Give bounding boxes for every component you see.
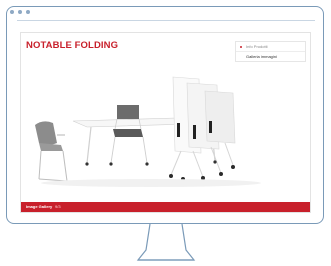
window-controls [10, 10, 30, 16]
gallery-counter: 9/3 [55, 204, 61, 209]
product-title: NOTABLE FOLDING [26, 40, 119, 51]
product-menu: Info Prodotti Galleria immagini [235, 41, 306, 62]
app-screen: NOTABLE FOLDING Info Prodotti Galleria i… [20, 32, 311, 213]
menu-item-label: Info Prodotti [246, 44, 268, 49]
gallery-footer-bar: Image Gallery 9/3 [21, 202, 310, 212]
window-dot-icon[interactable] [18, 10, 22, 14]
menu-item-info-prodotti[interactable]: Info Prodotti [236, 42, 305, 51]
window-dot-icon[interactable] [26, 10, 30, 14]
footer-label: Image Gallery [26, 204, 53, 209]
menu-item-label: Galleria immagini [246, 54, 277, 59]
window-dot-icon[interactable] [10, 10, 14, 14]
menu-item-galleria-immagini[interactable]: Galleria immagini [236, 51, 305, 61]
bullet-icon [240, 45, 242, 48]
titlebar-divider [17, 20, 315, 21]
